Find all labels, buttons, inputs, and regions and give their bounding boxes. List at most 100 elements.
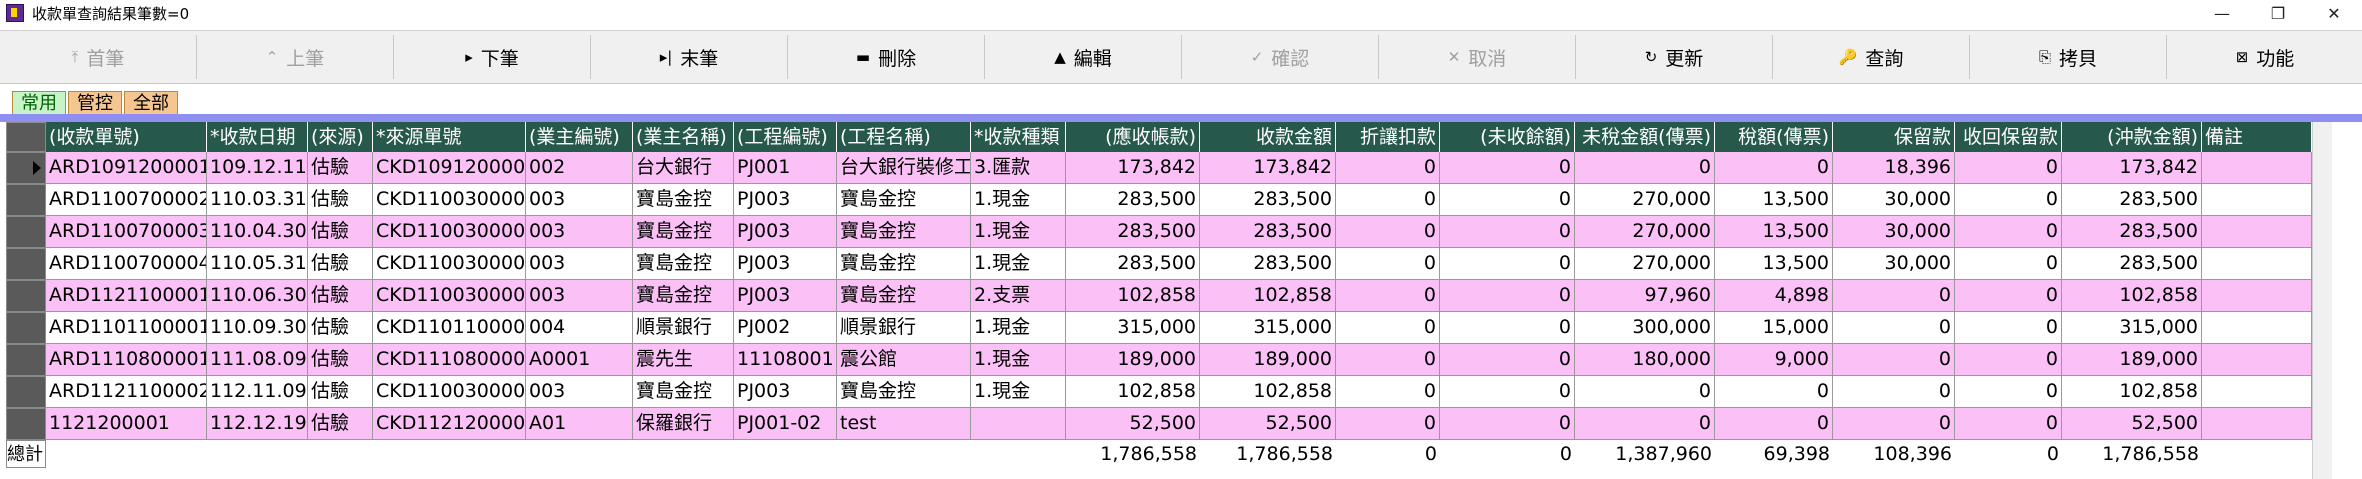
toolbar-button-7[interactable]: ✕ 取消 — [1379, 35, 1576, 79]
table-cell[interactable]: PJ003 — [734, 184, 837, 216]
table-cell[interactable] — [2202, 280, 2312, 312]
table-cell[interactable]: 0 — [1440, 248, 1575, 280]
table-cell[interactable]: 寶島金控 — [837, 248, 971, 280]
table-cell[interactable]: 震公館 — [837, 344, 971, 376]
column-header[interactable]: (工程名稱) — [837, 122, 971, 152]
row-selector[interactable] — [6, 280, 46, 312]
table-cell[interactable]: 004 — [526, 312, 633, 344]
table-cell[interactable]: 189,000 — [2062, 344, 2202, 376]
table-cell[interactable] — [2202, 248, 2312, 280]
table-cell[interactable]: CKD1100300004 — [373, 376, 526, 408]
table-cell[interactable]: CKD1100300004 — [373, 280, 526, 312]
table-cell[interactable]: 283,500 — [1066, 184, 1200, 216]
table-cell[interactable]: 315,000 — [1066, 312, 1200, 344]
table-cell[interactable]: 0 — [1833, 376, 1955, 408]
table-cell[interactable]: 3.匯款 — [971, 152, 1066, 184]
table-cell[interactable]: 0 — [1955, 280, 2062, 312]
table-cell[interactable] — [2202, 312, 2312, 344]
table-cell[interactable]: 173,842 — [2062, 152, 2202, 184]
table-cell[interactable]: CKD1091200001 — [373, 152, 526, 184]
table-cell[interactable]: 寶島金控 — [837, 376, 971, 408]
table-cell[interactable]: 順景銀行 — [633, 312, 734, 344]
table-cell[interactable]: 18,396 — [1833, 152, 1955, 184]
table-cell[interactable]: 110.04.30 — [207, 216, 308, 248]
row-selector[interactable] — [6, 248, 46, 280]
close-button[interactable]: ✕ — [2306, 0, 2362, 26]
table-cell[interactable]: 0 — [1440, 216, 1575, 248]
table-cell[interactable]: 0 — [1440, 280, 1575, 312]
table-cell[interactable]: PJ003 — [734, 216, 837, 248]
toolbar-button-6[interactable]: ✓ 確認 — [1182, 35, 1379, 79]
table-cell[interactable]: 283,500 — [1066, 216, 1200, 248]
table-cell[interactable]: A01 — [526, 408, 633, 440]
table-cell[interactable]: 173,842 — [1200, 152, 1336, 184]
table-cell[interactable]: 0 — [1440, 344, 1575, 376]
column-header[interactable]: (沖款金額) — [2062, 122, 2202, 152]
toolbar-button-1[interactable]: ⌃ 上筆 — [197, 35, 394, 79]
table-cell[interactable]: 102,858 — [1200, 376, 1336, 408]
table-cell[interactable]: PJ003 — [734, 248, 837, 280]
table-cell[interactable]: CKD1100300001 — [373, 184, 526, 216]
table-cell[interactable] — [971, 408, 1066, 440]
table-cell[interactable]: 順景銀行 — [837, 312, 971, 344]
toolbar-button-0[interactable]: ⤒ 首筆 — [0, 35, 197, 79]
table-cell[interactable]: PJ003 — [734, 280, 837, 312]
table-cell[interactable]: 4,898 — [1715, 280, 1833, 312]
table-cell[interactable]: 283,500 — [1066, 248, 1200, 280]
column-header[interactable]: 稅額(傳票) — [1715, 122, 1833, 152]
table-cell[interactable]: 270,000 — [1575, 184, 1715, 216]
table-cell[interactable]: 0 — [1440, 376, 1575, 408]
table-cell[interactable]: 30,000 — [1833, 184, 1955, 216]
toolbar-button-3[interactable]: ▸| 末筆 — [591, 35, 788, 79]
table-cell[interactable]: 283,500 — [1200, 184, 1336, 216]
column-header[interactable]: (收款單號) — [46, 122, 207, 152]
table-cell[interactable]: 111.08.09 — [207, 344, 308, 376]
table-cell[interactable]: CKD1101100004 — [373, 312, 526, 344]
table-cell[interactable]: 0 — [1336, 344, 1440, 376]
vertical-scrollbar[interactable] — [2312, 122, 2333, 479]
column-header[interactable]: (未收餘額) — [1440, 122, 1575, 152]
table-cell[interactable]: 110.03.31 — [207, 184, 308, 216]
table-cell[interactable] — [2202, 344, 2312, 376]
toolbar-button-4[interactable]: ▬ 刪除 — [788, 35, 985, 79]
table-cell[interactable]: 30,000 — [1833, 216, 1955, 248]
table-cell[interactable]: 283,500 — [2062, 216, 2202, 248]
table-cell[interactable]: 估驗 — [308, 408, 373, 440]
table-cell[interactable]: ARD1091200001 — [46, 152, 207, 184]
table-cell[interactable]: 0 — [1336, 216, 1440, 248]
table-cell[interactable]: CKD1100300003 — [373, 248, 526, 280]
toolbar-button-10[interactable]: ⎘ 拷貝 — [1970, 35, 2167, 79]
table-cell[interactable]: 1.現金 — [971, 184, 1066, 216]
table-cell[interactable]: 283,500 — [1200, 248, 1336, 280]
table-cell[interactable]: CKD1100300002 — [373, 216, 526, 248]
table-cell[interactable]: 315,000 — [1200, 312, 1336, 344]
table-cell[interactable]: CKD1110800001 — [373, 344, 526, 376]
table-cell[interactable]: 30,000 — [1833, 248, 1955, 280]
table-cell[interactable]: 0 — [1440, 408, 1575, 440]
table-cell[interactable]: 52,500 — [1066, 408, 1200, 440]
table-cell[interactable]: 102,858 — [1066, 376, 1200, 408]
table-cell[interactable]: 13,500 — [1715, 216, 1833, 248]
column-header[interactable]: 保留款 — [1833, 122, 1955, 152]
table-cell[interactable]: 102,858 — [1200, 280, 1336, 312]
row-selector[interactable] — [6, 152, 46, 184]
row-selector[interactable] — [6, 312, 46, 344]
table-cell[interactable]: 0 — [1336, 408, 1440, 440]
table-cell[interactable]: 2.支票 — [971, 280, 1066, 312]
table-cell[interactable]: PJ001 — [734, 152, 837, 184]
table-cell[interactable]: 9,000 — [1715, 344, 1833, 376]
table-cell[interactable]: 估驗 — [308, 344, 373, 376]
row-selector[interactable] — [6, 216, 46, 248]
table-cell[interactable]: 003 — [526, 376, 633, 408]
table-cell[interactable] — [2202, 216, 2312, 248]
table-cell[interactable]: PJ002 — [734, 312, 837, 344]
table-cell[interactable]: 112.11.09 — [207, 376, 308, 408]
table-cell[interactable]: 52,500 — [2062, 408, 2202, 440]
toolbar-button-9[interactable]: 🔑 查詢 — [1773, 35, 1970, 79]
table-cell[interactable]: ARD1121100002 — [46, 376, 207, 408]
column-header[interactable]: 未稅金額(傳票) — [1575, 122, 1715, 152]
table-cell[interactable]: 52,500 — [1200, 408, 1336, 440]
toolbar-button-11[interactable]: ⊠ 功能 — [2167, 35, 2362, 79]
table-cell[interactable]: 110.09.30 — [207, 312, 308, 344]
table-cell[interactable]: 0 — [1955, 216, 2062, 248]
